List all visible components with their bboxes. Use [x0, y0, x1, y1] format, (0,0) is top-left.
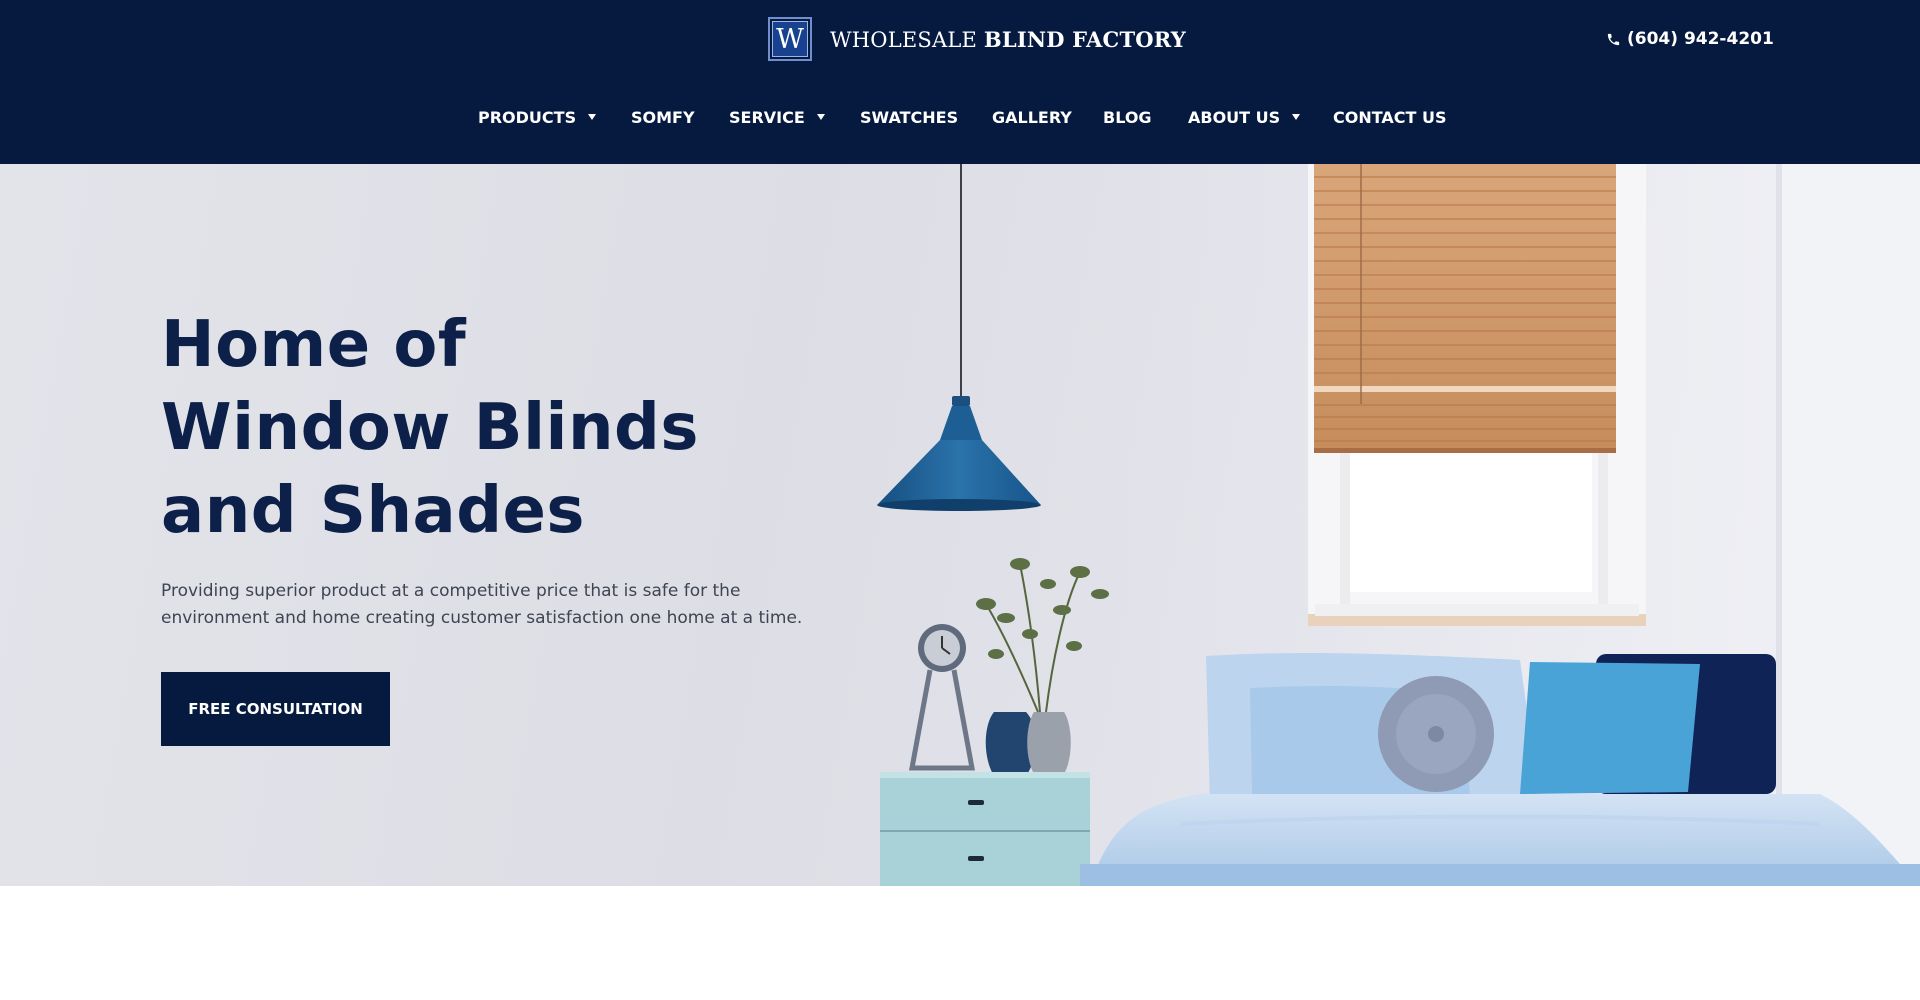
hero-title-line: Window Blinds [161, 391, 699, 465]
logo-mark: W [768, 17, 812, 61]
hero-description: Providing superior product at a competit… [161, 578, 861, 632]
site-logo[interactable]: W WHOLESALE BLIND FACTORY [768, 17, 1186, 61]
free-consultation-button[interactable]: FREE CONSULTATION [161, 672, 390, 746]
logo-text: WHOLESALE BLIND FACTORY [830, 27, 1186, 52]
phone-number: (604) 942-4201 [1627, 29, 1774, 49]
nav-item-label: GALLERY [992, 107, 1072, 127]
logo-text-bold: BLIND FACTORY [983, 26, 1186, 52]
nav-item-label: SERVICE [729, 107, 805, 127]
nav-item-label: ABOUT US [1188, 107, 1281, 127]
hero-title: Home of Window Blinds and Shades [161, 304, 881, 553]
main-nav: PRODUCTS SOMFY SERVICE SWATCHES GALLERY … [0, 104, 1920, 130]
nav-item-label: SOMFY [631, 107, 695, 127]
page-body-blank [0, 886, 1920, 1000]
caret-down-icon [816, 114, 825, 120]
nav-item-label: CONTACT US [1333, 107, 1447, 127]
nav-item-label: SWATCHES [860, 107, 959, 127]
phone-icon [1607, 33, 1620, 45]
hero-description-line: environment and home creating customer s… [161, 608, 803, 628]
hero-description-line: Providing superior product at a competit… [161, 581, 741, 601]
logo-letter: W [772, 21, 808, 57]
nav-item-about-us[interactable]: ABOUT US [1188, 104, 1301, 130]
nav-item-label: PRODUCTS [478, 107, 577, 127]
logo-text-light: WHOLESALE [830, 27, 978, 52]
caret-down-icon [588, 114, 597, 120]
nav-item-somfy[interactable]: SOMFY [631, 104, 695, 130]
nav-item-label: BLOG [1103, 107, 1152, 127]
nav-item-blog[interactable]: BLOG [1103, 104, 1152, 130]
phone-link[interactable]: (604) 942-4201 [1606, 27, 1774, 51]
caret-down-icon [1292, 114, 1301, 120]
nav-item-service[interactable]: SERVICE [729, 104, 825, 130]
nav-item-products[interactable]: PRODUCTS [478, 104, 597, 130]
hero-title-line: Home of [161, 308, 467, 382]
hero-title-line: and Shades [161, 474, 585, 548]
nav-item-swatches[interactable]: SWATCHES [860, 104, 958, 130]
nav-item-contact-us[interactable]: CONTACT US [1333, 104, 1447, 130]
hero-section: Home of Window Blinds and Shades Providi… [0, 164, 1920, 886]
nav-item-gallery[interactable]: GALLERY [992, 104, 1072, 130]
site-header: W WHOLESALE BLIND FACTORY (604) 942-4201… [0, 0, 1920, 164]
